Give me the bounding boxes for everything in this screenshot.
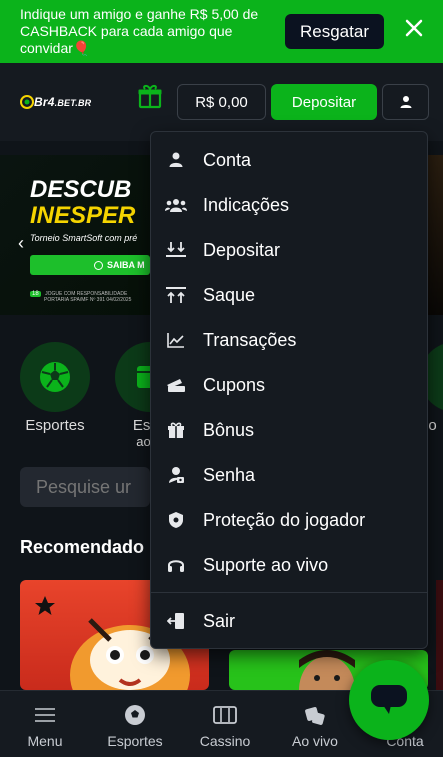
group-icon — [165, 194, 187, 216]
key-person-icon — [165, 464, 187, 486]
soccer-ball-icon — [40, 362, 70, 392]
close-icon[interactable] — [400, 14, 428, 42]
chat-bubble-icon — [371, 685, 407, 714]
app-header: Br4.BET.BR R$ 0,00 Depositar — [0, 63, 443, 141]
hero-title: DESCUB INESPER — [30, 176, 136, 229]
menu-item-withdraw[interactable]: Saque — [151, 275, 427, 315]
promo-banner: Indique um amigo e ganhe R$ 5,00 de CASH… — [0, 0, 443, 63]
menu-item-password[interactable]: Senha — [151, 455, 427, 495]
menu-item-bonus[interactable]: Bônus — [151, 410, 427, 450]
account-dropdown-menu: Conta Indicações Depositar Saque Transaç… — [150, 131, 428, 649]
download-icon — [165, 239, 187, 261]
user-icon — [165, 149, 187, 171]
logout-icon — [165, 610, 187, 632]
recommended-title: Recomendado — [20, 537, 145, 557]
logo-text: Br4.BET.BR — [34, 95, 92, 109]
chat-support-button[interactable] — [349, 660, 429, 740]
nav-casino[interactable]: Cassino — [180, 703, 270, 749]
menu-item-logout[interactable]: Sair — [151, 601, 427, 641]
carousel-prev-icon[interactable]: ‹ — [18, 233, 24, 254]
promo-text: Indique um amigo e ganhe R$ 5,00 de CASH… — [20, 6, 259, 56]
slot-machine-icon — [180, 703, 270, 727]
headset-icon — [165, 554, 187, 576]
hero-subtitle: Torneio SmartSoft com pré — [30, 233, 138, 243]
dice-icon — [270, 703, 360, 727]
favorite-star-icon[interactable] — [33, 594, 57, 623]
balance-button[interactable]: R$ 0,00 — [177, 84, 266, 120]
nav-sports[interactable]: Esportes — [90, 703, 180, 749]
upload-icon — [165, 284, 187, 306]
logo-mark-icon — [20, 95, 34, 109]
menu-item-deposit[interactable]: Depositar — [151, 230, 427, 270]
ticket-icon — [165, 374, 187, 396]
deposit-button[interactable]: Depositar — [271, 84, 377, 120]
menu-item-referrals[interactable]: Indicações — [151, 185, 427, 225]
hero-cta-button[interactable]: SAIBA M — [30, 255, 150, 275]
chart-line-icon — [165, 329, 187, 351]
menu-item-player-protection[interactable]: Proteção do jogador — [151, 500, 427, 540]
category-sports[interactable]: Esportes — [20, 342, 90, 434]
gift-icon — [165, 419, 187, 441]
brand-logo[interactable]: Br4.BET.BR — [20, 93, 91, 111]
nav-live[interactable]: Ao vivo — [270, 703, 360, 749]
menu-divider — [151, 592, 427, 593]
soccer-ball-icon — [90, 703, 180, 727]
gift-icon[interactable] — [137, 83, 163, 109]
redeem-button[interactable]: Resgatar — [285, 14, 384, 49]
menu-item-coupons[interactable]: Cupons — [151, 365, 427, 405]
search-input[interactable] — [20, 467, 150, 507]
menu-item-live-support[interactable]: Suporte ao vivo — [151, 545, 427, 585]
age-badge: 18 — [30, 291, 41, 297]
user-icon — [400, 96, 411, 108]
account-menu-button[interactable] — [382, 84, 429, 120]
menu-item-account[interactable]: Conta — [151, 140, 427, 180]
info-icon — [94, 260, 103, 270]
hamburger-icon — [0, 703, 90, 727]
hero-disclaimer: 18 JOGUE COM RESPONSABILIDADE PORTARIA S… — [30, 291, 132, 303]
shield-icon — [165, 509, 187, 531]
nav-menu[interactable]: Menu — [0, 703, 90, 749]
menu-item-transactions[interactable]: Transações — [151, 320, 427, 360]
